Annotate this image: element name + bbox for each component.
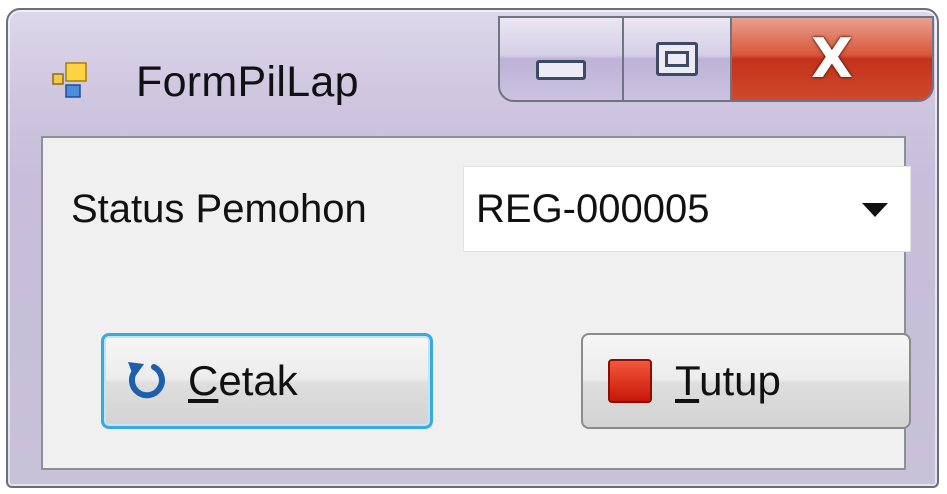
stop-icon bbox=[608, 359, 652, 403]
form-client-area: Status Pemohon REG-000005 Cetak Tutup bbox=[41, 136, 911, 470]
maximize-button[interactable] bbox=[622, 16, 732, 102]
minimize-icon bbox=[536, 60, 586, 80]
refresh-icon bbox=[128, 362, 165, 399]
title-bar[interactable]: FormPilLap X bbox=[8, 10, 937, 132]
app-icon bbox=[52, 62, 87, 98]
cetak-button[interactable]: Cetak bbox=[101, 333, 433, 429]
close-icon: X bbox=[811, 27, 853, 90]
dropdown-arrow-icon[interactable] bbox=[862, 203, 888, 217]
status-pemohon-dropdown[interactable]: REG-000005 bbox=[463, 166, 911, 252]
close-window-button[interactable]: X bbox=[730, 16, 934, 102]
maximize-icon bbox=[656, 42, 698, 76]
tutup-button-label: Tutup bbox=[675, 357, 781, 404]
dropdown-selected-value: REG-000005 bbox=[476, 187, 710, 231]
window-title: FormPilLap bbox=[136, 58, 359, 106]
cetak-button-label: Cetak bbox=[188, 357, 298, 404]
tutup-button[interactable]: Tutup bbox=[581, 333, 911, 429]
minimize-button[interactable] bbox=[498, 16, 624, 102]
window-controls: X bbox=[498, 16, 936, 104]
status-pemohon-label: Status Pemohon bbox=[71, 187, 367, 231]
form-window: FormPilLap X Status Pemohon REG-000005 C… bbox=[6, 8, 939, 488]
